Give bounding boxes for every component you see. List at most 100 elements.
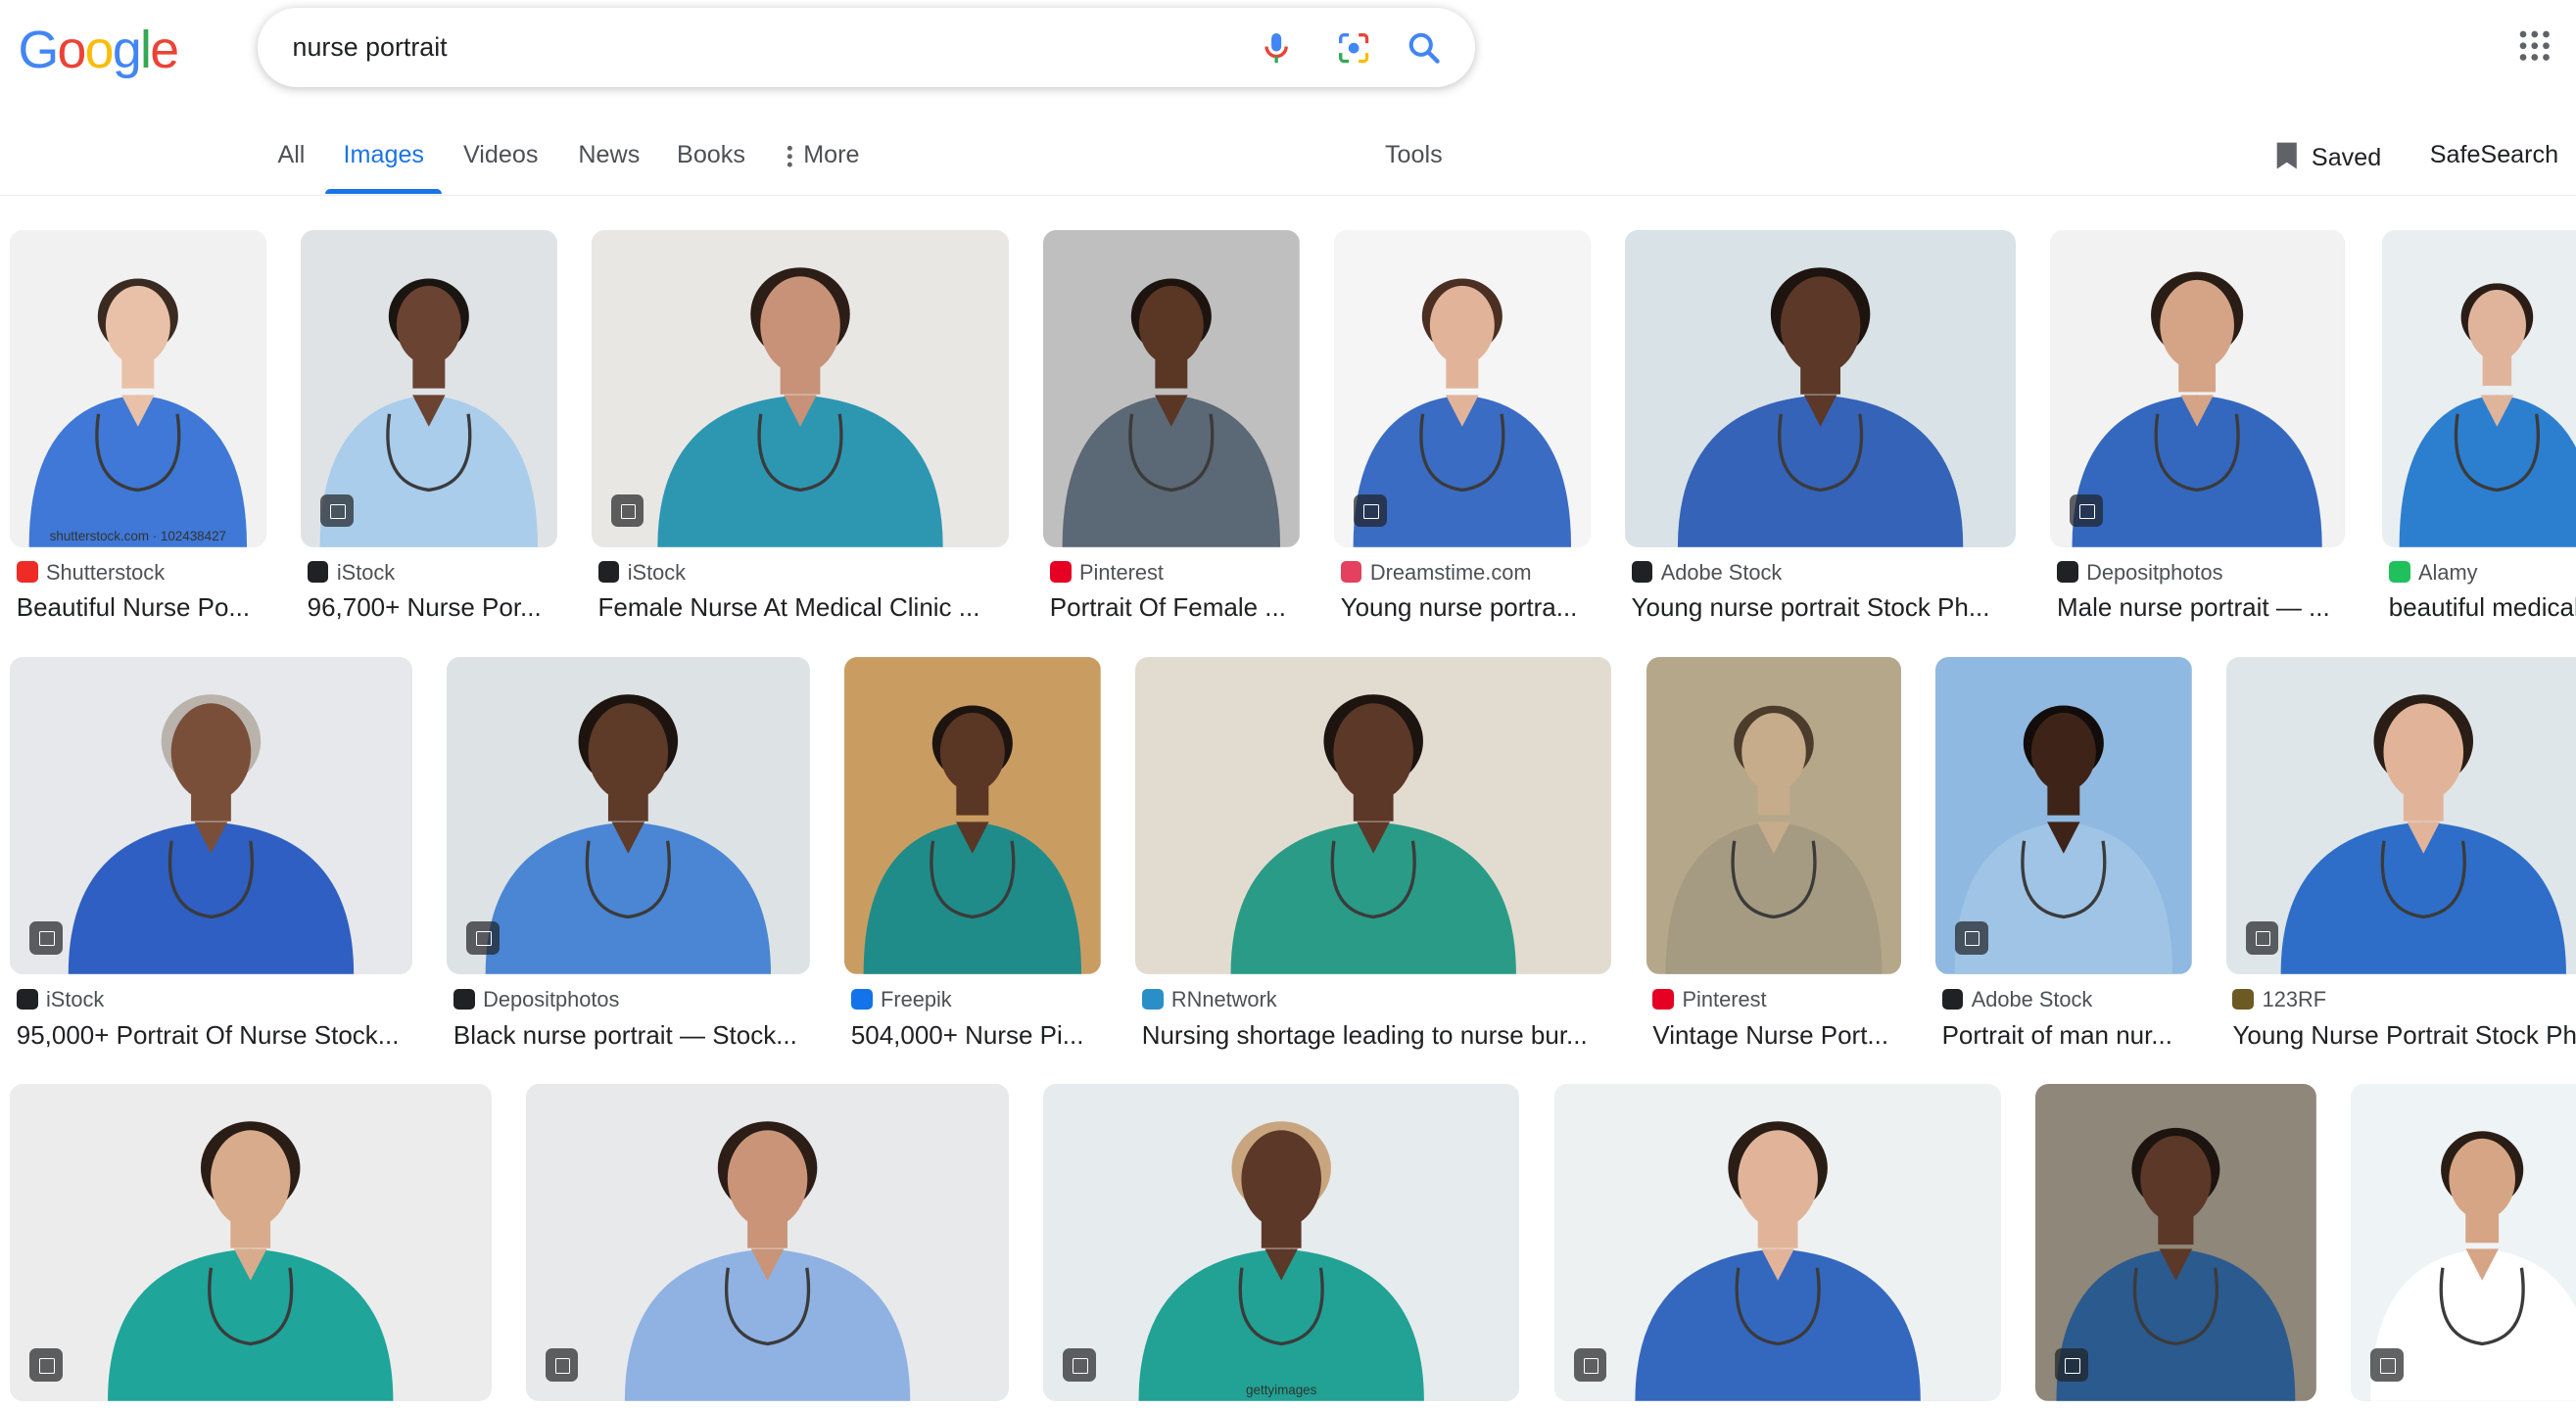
safesearch-button[interactable]: SafeSearch (2430, 141, 2558, 169)
result-thumbnail[interactable]: gettyimages (1043, 1084, 1520, 1401)
result-source[interactable]: iStock (597, 560, 1016, 586)
apps-grid-icon[interactable] (2518, 29, 2552, 63)
source-label: Adobe Stock (1971, 987, 2093, 1012)
logo-letter: g (112, 21, 142, 80)
result-thumbnail[interactable] (1043, 229, 1300, 547)
result-thumbnail[interactable] (2351, 1084, 2576, 1401)
image-badge-icon (2055, 1348, 2088, 1382)
result-source[interactable]: Alamy (2388, 560, 2576, 586)
active-tab-indicator (325, 188, 443, 194)
nurse-photo (1646, 656, 1901, 974)
result-title[interactable]: Male nurse portrait — ... (2057, 592, 2348, 623)
tab-more[interactable]: More (787, 141, 859, 169)
result-source[interactable]: iStock (16, 987, 419, 1012)
nurse-photo (591, 229, 1009, 547)
result-title[interactable]: 96,700+ Nurse Por... (308, 592, 560, 623)
result-title[interactable]: 504,000+ Nurse Pi... (851, 1020, 1104, 1051)
source-favicon-icon (16, 988, 38, 1010)
tab-books[interactable]: Books (677, 141, 745, 169)
result-thumbnail[interactable] (10, 1084, 492, 1401)
image-badge-icon (1063, 1348, 1096, 1382)
image-badge-icon (545, 1348, 579, 1382)
image-badge-icon (610, 494, 644, 528)
tab-all[interactable]: All (277, 141, 305, 169)
image-badge-icon (29, 1348, 63, 1382)
result-source[interactable]: Depositphotos (453, 987, 817, 1012)
nurse-photo (10, 1084, 492, 1401)
source-favicon-icon (453, 988, 475, 1010)
result-source[interactable]: Shutterstock (16, 560, 273, 586)
search-icon[interactable] (1405, 28, 1444, 68)
source-favicon-icon (850, 988, 873, 1010)
result-thumbnail[interactable] (844, 656, 1101, 974)
result-thumbnail[interactable] (447, 656, 810, 974)
search-input[interactable] (292, 30, 1213, 65)
tab-news[interactable]: News (578, 141, 640, 169)
result-source[interactable]: iStock (307, 560, 564, 586)
result-thumbnail[interactable] (300, 229, 557, 547)
result-thumbnail[interactable] (525, 1084, 1009, 1401)
result-title[interactable]: 95,000+ Portrait Of Nurse Stock... (17, 1020, 416, 1051)
logo-letter: e (150, 21, 179, 80)
result-source[interactable]: Adobe Stock (1631, 559, 2023, 586)
image-badge-icon (466, 920, 500, 955)
saved-button[interactable]: Saved (2275, 141, 2381, 172)
google-logo[interactable]: Google (18, 20, 179, 80)
result-source[interactable]: Dreamstime.com (1340, 559, 1598, 586)
source-label: 123RF (2262, 987, 2327, 1012)
result-title[interactable]: Young nurse portrait Stock Ph... (1632, 592, 2020, 623)
result-thumbnail[interactable] (2225, 656, 2576, 974)
source-favicon-icon (1941, 988, 1964, 1010)
source-label: Pinterest (1078, 559, 1164, 585)
result-source[interactable]: Depositphotos (2056, 559, 2351, 586)
source-label: RNnetwork (1170, 987, 1277, 1012)
image-badge-icon (320, 494, 354, 528)
search-box[interactable] (258, 8, 1476, 87)
result-title[interactable]: Female Nurse At Medical Clinic ... (598, 592, 1013, 623)
result-title[interactable]: Black nurse portrait — Stock... (453, 1020, 813, 1051)
result-thumbnail[interactable] (10, 656, 412, 974)
result-title[interactable]: Young nurse portra... (1341, 592, 1594, 623)
result-thumbnail[interactable] (1333, 229, 1591, 547)
result-source[interactable]: Pinterest (1652, 987, 1907, 1012)
search-tabs: All Images Videos News Books More Tools … (0, 124, 2576, 196)
result-title[interactable]: Vintage Nurse Port... (1652, 1020, 1904, 1051)
result-title[interactable]: Beautiful Nurse Po... (17, 592, 269, 623)
result-thumbnail[interactable] (2035, 1084, 2316, 1401)
result-thumbnail[interactable] (591, 229, 1009, 547)
result-thumbnail[interactable] (2050, 229, 2345, 547)
lens-icon[interactable] (1334, 28, 1373, 68)
source-label: Depositphotos (2086, 559, 2223, 585)
result-title[interactable]: Portrait of man nur... (1942, 1020, 2195, 1051)
result-source[interactable]: 123RF (2232, 987, 2576, 1012)
result-thumbnail[interactable] (1553, 1084, 2001, 1401)
svg-text:shutterstock.com · 102438427: shutterstock.com · 102438427 (50, 529, 226, 543)
result-title[interactable]: beautiful medical (2389, 592, 2576, 623)
tab-videos[interactable]: Videos (463, 141, 538, 169)
source-label: Adobe Stock (1660, 559, 1783, 585)
source-label: Dreamstime.com (1369, 559, 1532, 585)
source-label: Freepik (881, 987, 952, 1012)
result-source[interactable]: Freepik (850, 987, 1108, 1012)
result-thumbnail[interactable] (2382, 229, 2576, 547)
source-favicon-icon (16, 561, 38, 584)
tab-images[interactable]: Images (344, 141, 424, 169)
result-title[interactable]: Young Nurse Portrait Stock Ph (2232, 1020, 2576, 1051)
image-badge-icon (1354, 494, 1387, 528)
microphone-icon[interactable] (1257, 28, 1296, 68)
tools-button[interactable]: Tools (1385, 141, 1443, 169)
result-thumbnail[interactable] (1624, 229, 2017, 547)
source-favicon-icon (1652, 988, 1675, 1010)
tab-more-label: More (803, 141, 860, 169)
result-source[interactable]: RNnetwork (1141, 987, 1618, 1012)
result-source[interactable]: Pinterest (1049, 559, 1307, 586)
source-favicon-icon (2056, 561, 2078, 584)
result-thumbnail[interactable] (1646, 656, 1901, 974)
result-source[interactable]: Adobe Stock (1941, 987, 2199, 1012)
result-title[interactable]: Portrait Of Female ... (1050, 592, 1303, 623)
result-thumbnail[interactable] (1934, 656, 2192, 974)
result-thumbnail[interactable]: shutterstock.com · 102438427 (10, 229, 266, 547)
result-title[interactable]: Nursing shortage leading to nurse bur... (1142, 1020, 1615, 1051)
result-thumbnail[interactable] (1135, 656, 1612, 974)
nurse-photo (1135, 656, 1612, 974)
